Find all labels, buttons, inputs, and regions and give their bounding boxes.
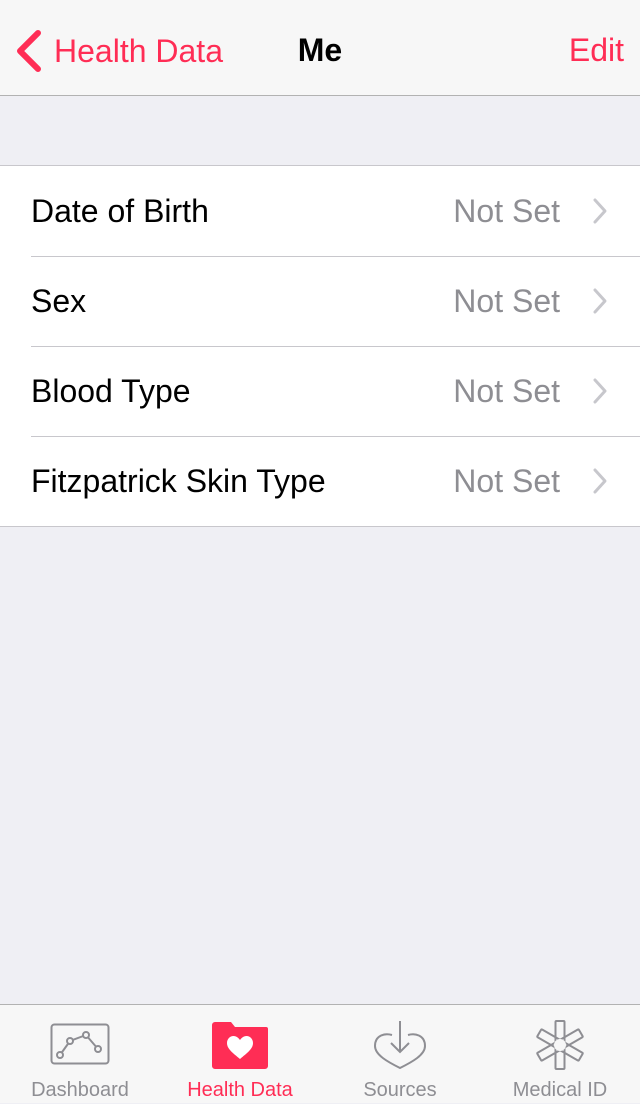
- tab-bar: Dashboard Health Data Sources Medical ID: [0, 1004, 640, 1103]
- medical-id-asterisk-icon: [530, 1019, 590, 1070]
- chevron-right-icon: [593, 288, 607, 314]
- row-label: Sex: [31, 282, 87, 319]
- tab-label: Medical ID: [512, 1079, 608, 1101]
- row-value: Not Set: [453, 192, 560, 229]
- tab-label: Health Data: [187, 1079, 293, 1101]
- row-blood-type[interactable]: Blood Type Not Set: [0, 346, 640, 436]
- tab-label: Sources: [363, 1079, 437, 1101]
- edit-button[interactable]: Edit: [569, 32, 624, 69]
- tab-label: Dashboard: [31, 1079, 129, 1101]
- dashboard-chart-icon: [50, 1019, 110, 1069]
- navigation-bar: Health Data Me Edit: [0, 0, 640, 96]
- chevron-right-icon: [593, 198, 607, 224]
- tab-health-data[interactable]: Health Data: [160, 1005, 320, 1104]
- chevron-right-icon: [593, 468, 607, 494]
- tab-medical-id[interactable]: Medical ID: [480, 1005, 640, 1104]
- tab-dashboard[interactable]: Dashboard: [0, 1005, 160, 1104]
- tab-sources[interactable]: Sources: [320, 1005, 480, 1104]
- page-title: Me: [297, 32, 343, 68]
- row-label: Fitzpatrick Skin Type: [31, 462, 326, 499]
- row-label: Date of Birth: [31, 192, 209, 229]
- chevron-right-icon: [593, 378, 607, 404]
- row-value: Not Set: [453, 372, 560, 409]
- row-fitzpatrick-skin-type[interactable]: Fitzpatrick Skin Type Not Set: [0, 436, 640, 526]
- row-sex[interactable]: Sex Not Set: [0, 256, 640, 346]
- sources-heart-arrow-icon: [370, 1019, 430, 1069]
- row-date-of-birth[interactable]: Date of Birth Not Set: [0, 166, 640, 256]
- row-value: Not Set: [453, 282, 560, 319]
- row-label: Blood Type: [31, 372, 191, 409]
- row-value: Not Set: [453, 462, 560, 499]
- characteristics-list: Date of Birth Not Set Sex Not Set Blood …: [0, 165, 640, 527]
- health-data-folder-heart-icon: [210, 1019, 270, 1069]
